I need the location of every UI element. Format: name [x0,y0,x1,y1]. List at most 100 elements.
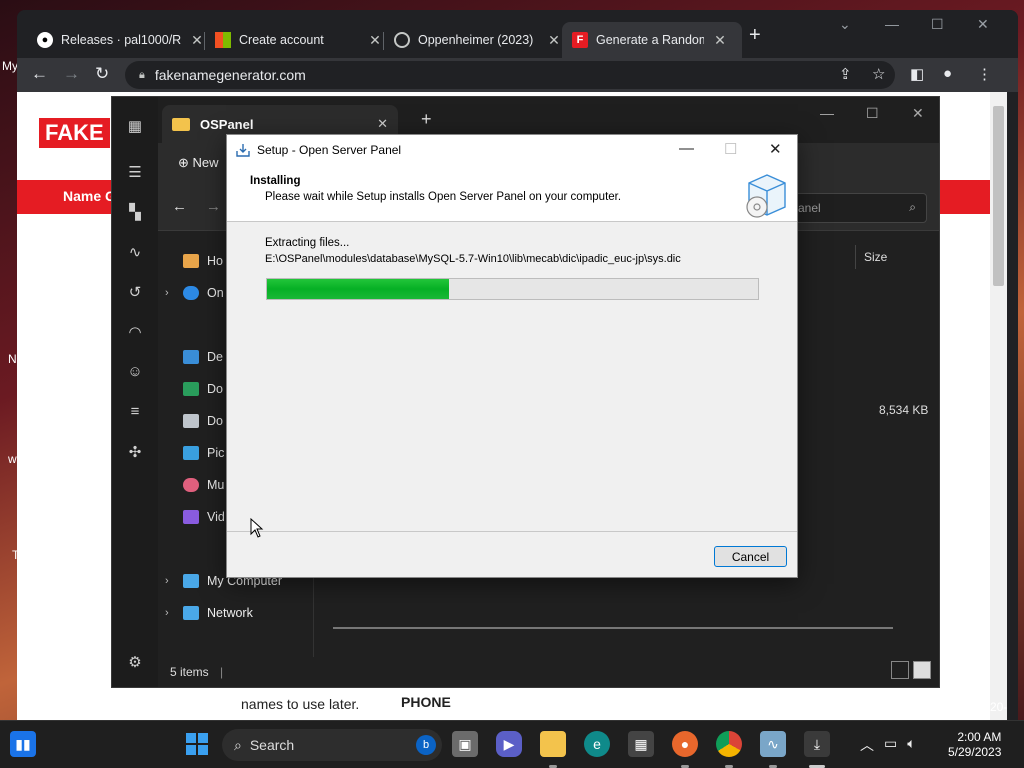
scrollbar-thumb[interactable] [993,106,1004,286]
horizontal-scrollbar[interactable] [333,627,893,629]
new-tab-button[interactable]: + [421,109,432,130]
bookmark-star-icon[interactable]: ☆ [872,65,885,83]
hamburger-icon[interactable]: ☰ [126,163,144,181]
site-nav-item[interactable]: Name G [63,188,116,204]
share-icon[interactable]: ⇪ [839,65,852,83]
browser-tab[interactable]: Oppenheimer (2023) ✕ [384,22,572,58]
desktop-label: My [2,59,18,73]
chevron-up-icon[interactable]: ︿ [860,735,874,755]
close-icon[interactable]: ✕ [546,32,562,49]
tiles-view-button[interactable] [913,661,931,679]
details-view-button[interactable] [891,661,909,679]
bing-icon[interactable]: b [416,735,436,755]
close-icon[interactable]: ✕ [367,32,383,49]
users-icon[interactable]: ☺ [126,363,144,380]
column-header-size[interactable]: Size [855,245,887,269]
forward-icon[interactable]: → [63,64,80,84]
progress-fill [267,279,449,299]
puzzle-icon[interactable]: ✣ [126,443,144,461]
videos-icon [183,510,199,524]
close-button[interactable]: ✕ [977,16,989,33]
settings-gear-icon[interactable]: ⚙ [126,653,144,671]
volume-icon[interactable]: 🔈︎ [907,735,915,755]
back-icon[interactable]: ← [31,64,48,84]
installer-icon[interactable]: ⤓ [804,731,830,757]
list-icon[interactable]: ≡ [126,403,144,420]
browser-tab[interactable]: Create account ✕ [205,22,393,58]
start-icon[interactable] [184,731,210,757]
cancel-button[interactable]: Cancel [714,546,787,567]
maximize-button[interactable]: ☐ [931,16,944,33]
downloads-icon [183,382,199,396]
address-bar[interactable]: 🔒︎ fakenamegenerator.com [125,61,895,89]
documents-icon [183,414,199,428]
edge-icon[interactable]: e [584,731,610,757]
side-panel-icon[interactable]: ◧ [910,65,924,83]
nav-item-onedrive[interactable]: › On [165,286,224,300]
site-logo[interactable]: FAKE [39,118,110,148]
nav-item-pictures[interactable]: Pic [165,446,224,460]
layout-icon[interactable]: ▚ [126,203,144,221]
nav-item-music[interactable]: Mu [165,478,224,492]
divider [227,531,797,532]
plus-circle-icon: ⊕ [178,155,189,170]
forward-icon[interactable]: → [206,198,221,215]
minimize-button[interactable]: — [679,140,694,157]
minimize-button[interactable]: — [885,16,899,32]
taskbar-search[interactable]: ⌕ Search b [222,729,442,761]
lock-icon[interactable]: 🔒︎ [139,69,145,82]
profile-icon[interactable]: ● [943,65,952,82]
widgets-icon[interactable]: ▮▮ [10,731,36,757]
nav-item-desktop[interactable]: De [165,350,223,364]
teams-icon[interactable]: ▶ [496,731,522,757]
folder-icon [172,117,190,131]
new-tab-button[interactable]: + [749,24,761,47]
resource-monitor-icon[interactable]: ∿ [760,731,786,757]
browser-tab[interactable]: ● Releases · pal1000/Re ✕ [27,22,215,58]
browser-tab[interactable]: F Generate a Random N ✕ [562,22,742,58]
chevron-right-icon[interactable]: › [165,575,175,587]
page-scrollbar[interactable] [990,92,1007,720]
chevron-right-icon[interactable]: › [165,607,175,619]
network-icon[interactable]: ▭ [884,735,897,755]
clock[interactable]: 2:00 AM 5/29/2023 [948,730,1001,760]
clock-time: 2:00 AM [957,730,1002,744]
reload-icon[interactable]: ↻ [95,64,109,84]
system-tray: ︿ ▭ 🔈︎ [860,735,916,755]
close-icon[interactable]: ✕ [712,32,728,49]
task-view-icon[interactable]: ▣ [452,731,478,757]
nav-item-label: De [207,350,223,364]
back-icon[interactable]: ← [172,198,187,215]
close-button[interactable]: ✕ [912,105,924,122]
gauge-icon[interactable]: ◠ [126,323,144,341]
desktop-label: N [8,352,17,366]
network-icon [183,606,199,620]
maximize-button[interactable]: ☐ [724,140,737,158]
nav-item-home[interactable]: Ho [165,254,223,268]
file-explorer-icon[interactable] [540,731,566,757]
firefox-icon[interactable]: ● [672,731,698,757]
chrome-icon[interactable] [716,731,742,757]
nav-item-documents[interactable]: Do [165,414,223,428]
nav-item-network[interactable]: › Network [165,606,253,620]
nav-item-label: Do [207,414,223,428]
close-button[interactable]: ✕ [769,140,782,158]
nav-item-downloads[interactable]: Do [165,382,223,396]
store-icon[interactable]: ▦ [628,731,654,757]
maximize-button[interactable]: ☐ [866,105,879,122]
chevron-right-icon[interactable]: › [165,287,175,299]
history-icon[interactable]: ↺ [126,283,144,301]
tab-search-icon[interactable]: ⌄ [839,16,851,33]
menu-icon[interactable]: ⋮ [977,65,992,83]
mouse-cursor-icon [250,518,264,538]
close-icon[interactable]: ✕ [377,116,388,132]
activity-icon[interactable]: ∿ [126,243,144,261]
tab-strip: ● Releases · pal1000/Re ✕ Create account… [17,10,1018,58]
minimize-button[interactable]: — [820,105,834,121]
new-button[interactable]: ⊕ New [178,155,219,171]
chart-icon[interactable]: ▦ [126,117,144,135]
close-icon[interactable]: ✕ [189,32,205,49]
setup-install-icon [236,143,250,157]
nav-item-videos[interactable]: Vid [165,510,225,524]
nav-item-label: On [207,286,224,300]
